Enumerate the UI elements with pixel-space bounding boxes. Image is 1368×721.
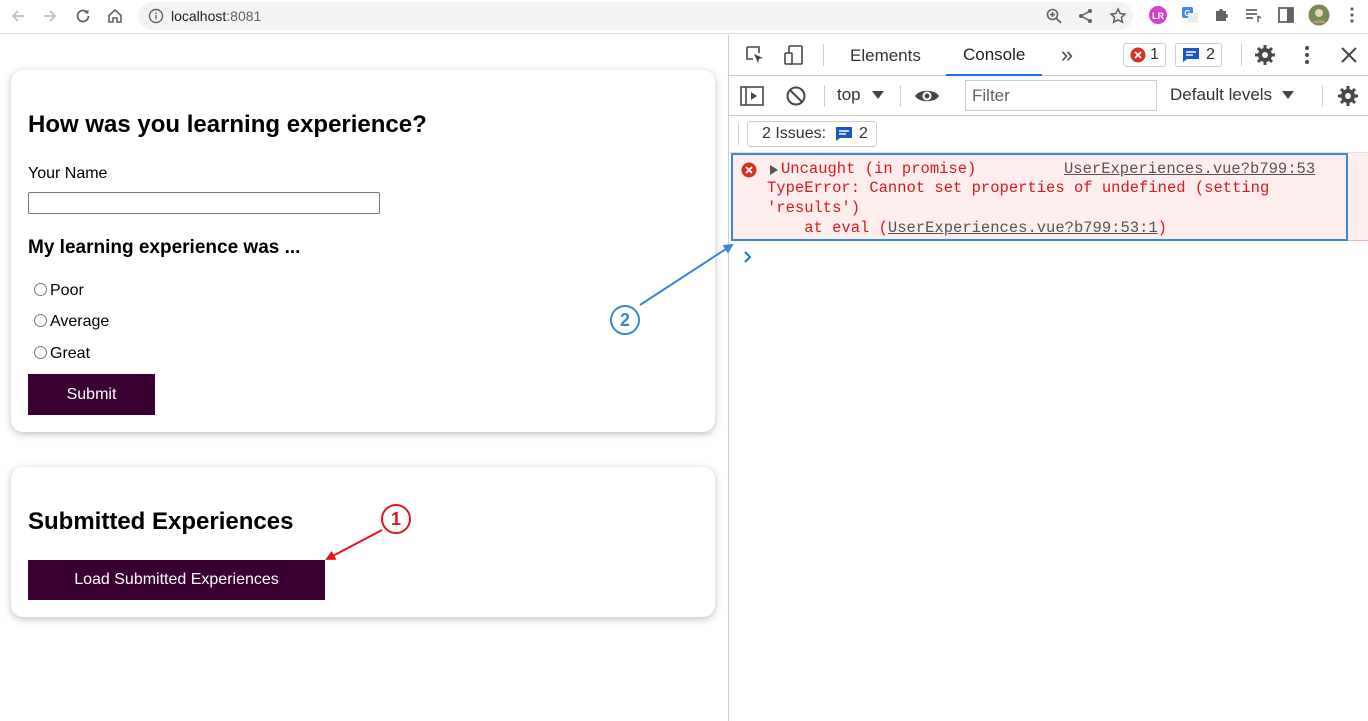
rating-option-great[interactable]: Great	[34, 345, 90, 363]
forward-button[interactable]	[37, 4, 63, 28]
filter-input[interactable]: Filter	[965, 80, 1157, 111]
rating-option-label: Poor	[50, 282, 84, 299]
share-icon[interactable]	[1077, 7, 1095, 25]
levels-value: Default levels	[1170, 85, 1273, 104]
live-expression-eye-icon[interactable]	[914, 83, 940, 109]
console-toolbar: top Filter Default levels	[729, 76, 1368, 116]
issues-label: 2 Issues:	[762, 125, 827, 142]
context-value: top	[837, 85, 861, 104]
page-content: How was you learning experience? Your Na…	[0, 35, 728, 721]
feedback-title: How was you learning experience?	[28, 111, 427, 138]
chevron-down-icon	[871, 91, 884, 99]
close-devtools-icon[interactable]	[1336, 42, 1362, 68]
settings-gear-icon[interactable]	[1252, 42, 1278, 68]
console-error-message[interactable]: Uncaught (in promise) UserExperiences.vu…	[731, 153, 1348, 241]
annotation-marker-1: 1	[381, 504, 411, 534]
clear-console-icon[interactable]	[783, 83, 809, 109]
expand-triangle-icon[interactable]	[770, 165, 778, 175]
error-count-badge[interactable]: 1	[1123, 43, 1166, 67]
extension-badge-icon[interactable]: LR	[1148, 5, 1168, 25]
browser-toolbar: localhost:8081 LR G	[0, 0, 1368, 34]
error-line-4: at eval (UserExperiences.vue?b799:53:1)	[767, 219, 1167, 237]
side-panel-icon[interactable]	[1276, 5, 1296, 25]
context-select[interactable]: top	[837, 85, 885, 105]
error-line-1: Uncaught (in promise)	[781, 160, 977, 178]
rating-option-average[interactable]: Average	[34, 313, 109, 331]
translate-icon[interactable]: G	[1180, 5, 1200, 25]
issues-count: 2	[859, 125, 868, 142]
sidebar-toggle-icon[interactable]	[739, 83, 765, 109]
devtools-panel: Elements Console » 1 2 top Filter Defaul…	[728, 35, 1368, 721]
rating-option-label: Average	[50, 313, 110, 330]
error-line-2: TypeError: Cannot set properties of unde…	[767, 179, 1270, 197]
back-button[interactable]	[5, 4, 31, 28]
message-count: 2	[1206, 46, 1215, 63]
arrow-right-icon	[44, 10, 57, 22]
error-icon	[1130, 47, 1146, 63]
tab-elements[interactable]: Elements	[850, 35, 921, 76]
submit-button[interactable]: Submit	[28, 374, 155, 415]
zoom-icon[interactable]	[1045, 7, 1063, 25]
extensions-puzzle-icon[interactable]	[1212, 5, 1232, 25]
chevron-down-icon	[1282, 91, 1295, 99]
reload-icon	[76, 9, 90, 23]
stack-trace-link[interactable]: UserExperiences.vue?b799:53:1	[888, 219, 1158, 237]
radio-great[interactable]	[34, 345, 47, 359]
issues-bar: 2 Issues: 2	[729, 116, 1368, 153]
message-count-badge[interactable]: 2	[1175, 43, 1222, 67]
device-toolbar-icon[interactable]	[781, 42, 807, 68]
inspect-element-icon[interactable]	[742, 42, 768, 68]
home-icon	[108, 8, 122, 23]
submitted-title: Submitted Experiences	[28, 508, 294, 535]
load-submitted-button[interactable]: Load Submitted Experiences	[28, 560, 325, 600]
browser-menu-icon[interactable]	[1342, 5, 1362, 25]
profile-avatar-icon[interactable]	[1308, 4, 1330, 26]
console-settings-gear-icon[interactable]	[1335, 83, 1361, 109]
feedback-card: How was you learning experience? Your Na…	[11, 70, 715, 432]
reading-list-icon[interactable]	[1243, 5, 1263, 25]
message-icon	[836, 127, 853, 141]
url-text: localhost:8081	[171, 8, 262, 24]
devtools-tabbar: Elements Console » 1 2	[729, 35, 1368, 76]
name-label: Your Name	[28, 165, 108, 182]
radio-poor[interactable]	[34, 282, 47, 296]
svg-text:LR: LR	[1152, 11, 1164, 21]
bookmark-star-icon[interactable]	[1109, 7, 1127, 25]
rating-option-poor[interactable]: Poor	[34, 282, 84, 300]
more-tabs-icon[interactable]: »	[1054, 42, 1080, 68]
error-icon	[741, 162, 757, 178]
devtools-menu-icon[interactable]	[1294, 42, 1320, 68]
error-source-link[interactable]: UserExperiences.vue?b799:53	[1064, 160, 1315, 178]
home-button[interactable]	[102, 4, 128, 28]
rating-option-label: Great	[50, 345, 91, 362]
submitted-experiences-card: Submitted Experiences Load Submitted Exp…	[11, 467, 715, 617]
radio-average[interactable]	[34, 313, 47, 327]
error-count: 1	[1150, 46, 1159, 63]
console-prompt-chevron-icon[interactable]	[743, 251, 753, 263]
issues-button[interactable]: 2 Issues: 2	[747, 121, 877, 147]
rating-title: My learning experience was ...	[28, 237, 301, 258]
svg-text:G: G	[1184, 9, 1190, 18]
info-icon[interactable]	[148, 8, 164, 24]
address-bar[interactable]: localhost:8081	[138, 2, 1133, 30]
reload-button[interactable]	[70, 4, 96, 28]
name-input[interactable]	[28, 192, 380, 214]
error-line-3: 'results')	[767, 199, 861, 217]
message-icon	[1183, 48, 1199, 62]
levels-select[interactable]: Default levels	[1170, 85, 1295, 105]
tab-console[interactable]: Console	[946, 35, 1043, 76]
arrow-left-icon	[11, 10, 24, 22]
annotation-marker-2: 2	[610, 305, 640, 335]
